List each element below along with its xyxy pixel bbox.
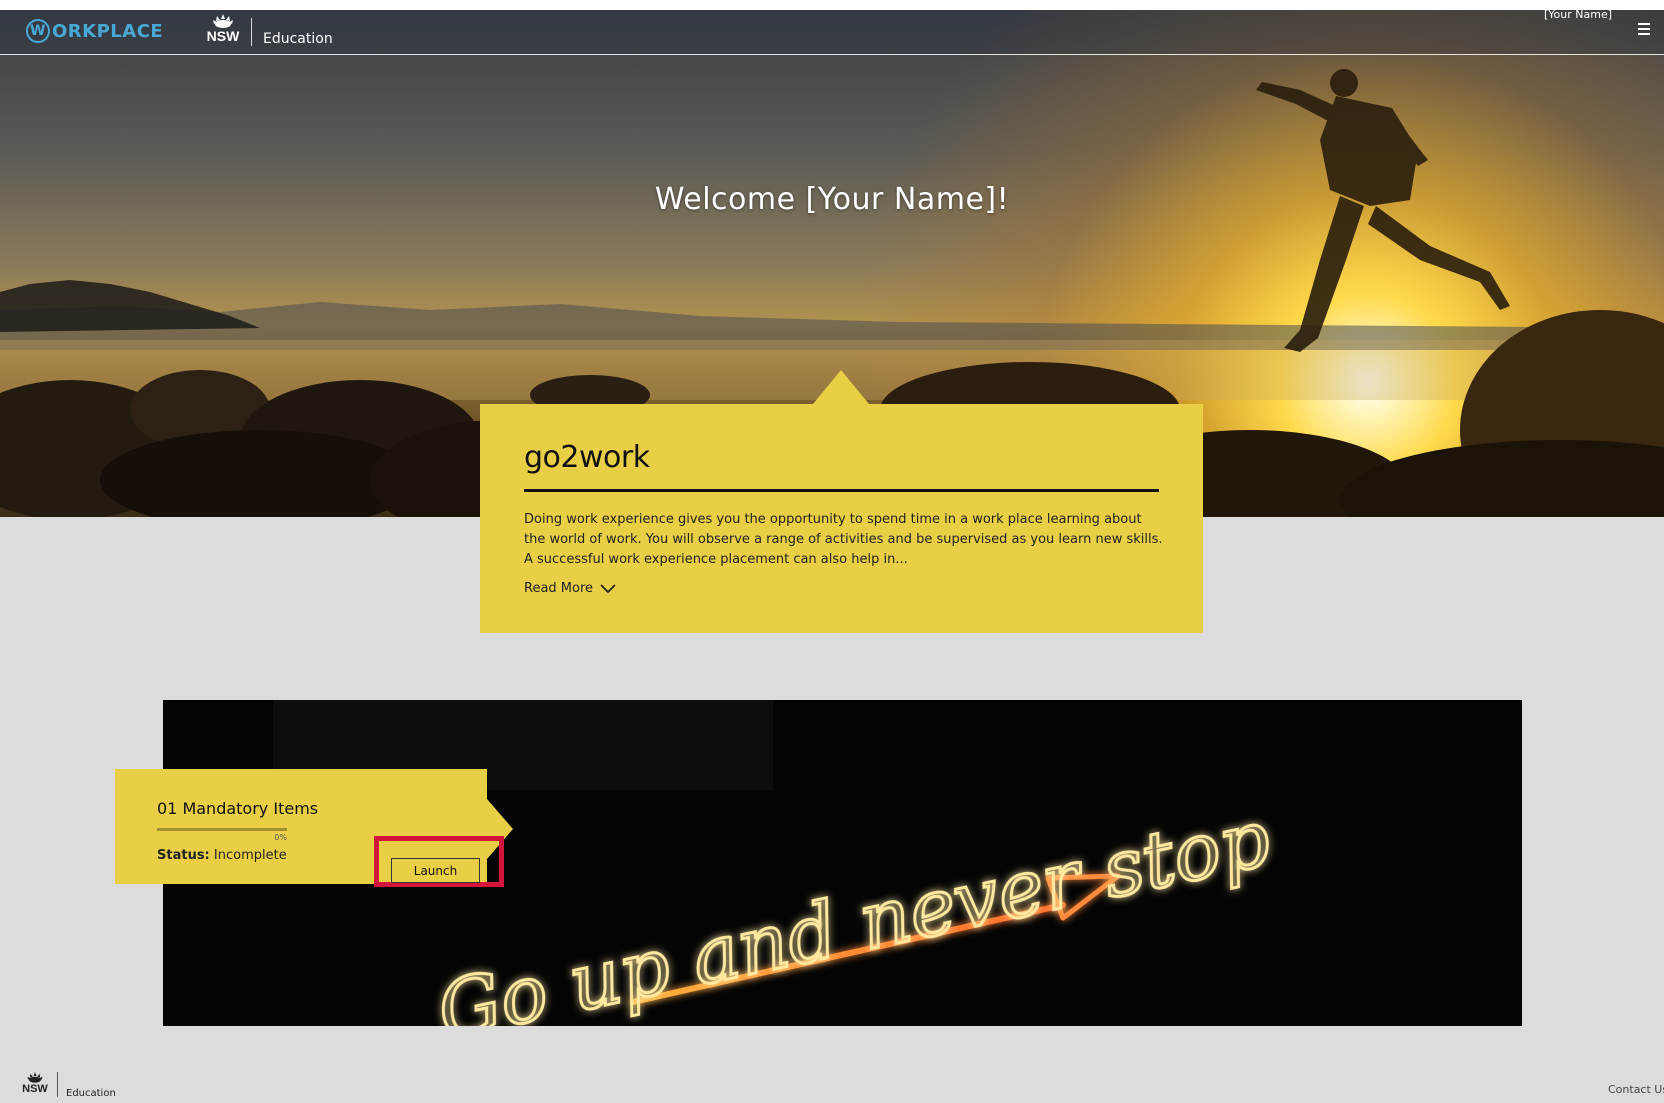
footer-divider [57, 1072, 58, 1097]
footer-nsw-label: NSW [22, 1083, 48, 1095]
intro-card-pointer [813, 370, 869, 404]
module-status-value: Incomplete [213, 848, 287, 863]
welcome-heading: Welcome [Your Name]! [654, 182, 1010, 217]
user-name-label[interactable]: [Your Name] [1544, 10, 1612, 21]
nsw-government-logo: NSW [203, 13, 243, 47]
launch-button[interactable]: Launch [391, 858, 480, 883]
department-label: Education [263, 31, 333, 47]
top-navigation-bar: W ORKPLACE NSW Education [Your Name] [0, 10, 1664, 55]
module-progress-bar [157, 828, 287, 831]
waratah-icon [213, 14, 233, 28]
chevron-down-icon [600, 583, 616, 593]
nsw-label: NSW [206, 28, 240, 44]
intro-description: Doing work experience gives you the oppo… [524, 512, 1163, 567]
footer-nsw-logo: NSW [20, 1071, 50, 1095]
module-status-label: Status: [157, 848, 210, 863]
intro-card: go2work Doing work experience gives you … [480, 370, 1203, 633]
intro-title: go2work [524, 440, 650, 475]
hamburger-menu-icon[interactable] [1638, 23, 1650, 35]
module-title: 01 Mandatory Items [157, 799, 319, 818]
read-more-label: Read More [524, 581, 594, 596]
read-more-link[interactable]: Read More [524, 581, 617, 596]
workplace-logo[interactable]: W ORKPLACE [26, 16, 163, 46]
module-status: Status: Incomplete [157, 848, 287, 863]
module-progress-label: 0% [274, 833, 287, 842]
workplace-logo-icon: W [26, 19, 50, 43]
contact-us-link[interactable]: Contact Us [1608, 1083, 1664, 1096]
workplace-logo-text: ORKPLACE [52, 20, 164, 42]
intro-title-rule [524, 489, 1159, 492]
footer-department-label: Education [66, 1088, 116, 1099]
app-page: W ORKPLACE NSW Education [Your Name] Wel… [0, 10, 1664, 1103]
header-divider [251, 18, 252, 46]
